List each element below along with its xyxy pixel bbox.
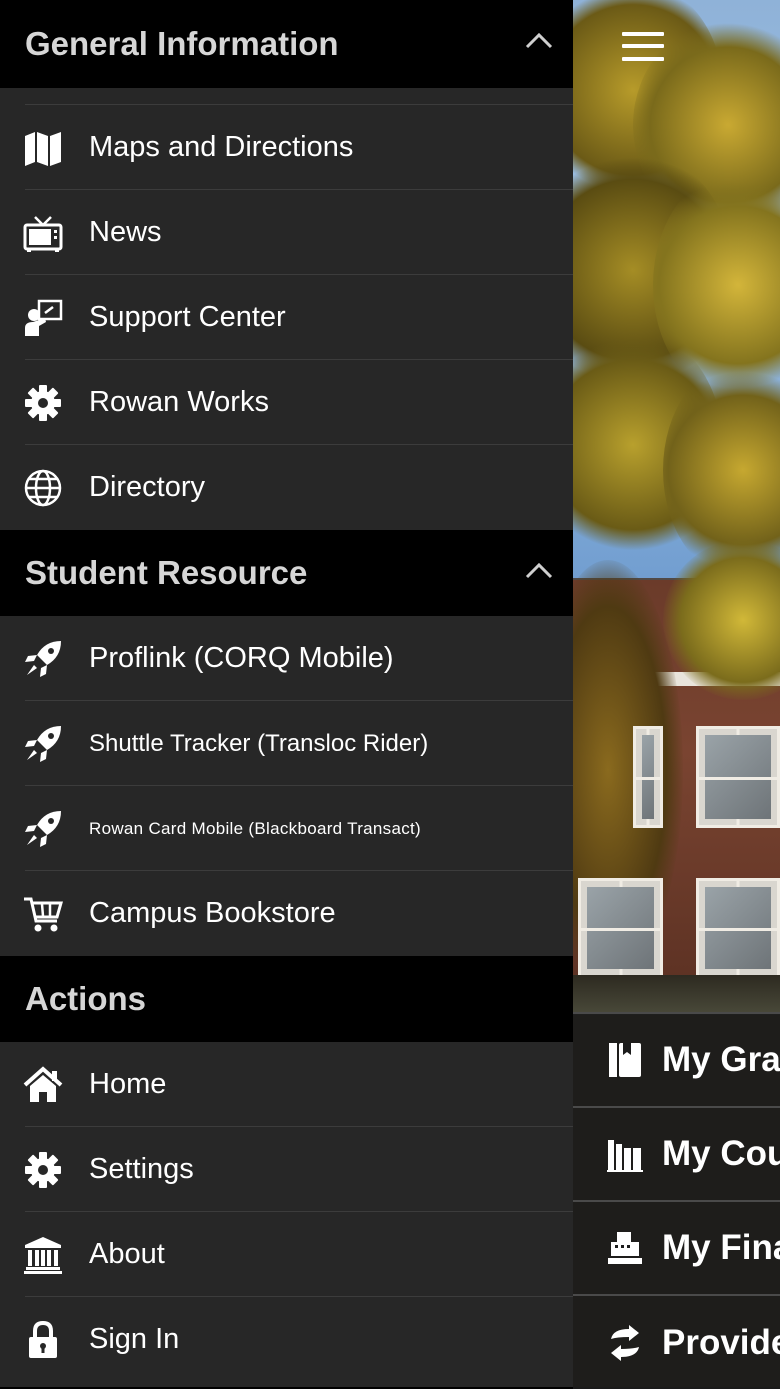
- hamburger-icon: [622, 32, 664, 36]
- menu-item-home[interactable]: Home: [0, 1042, 573, 1127]
- exchange-icon: [611, 1324, 639, 1361]
- chevron-up-icon[interactable]: [525, 560, 553, 580]
- gear-icon: [25, 1151, 61, 1188]
- quick-link-label: My Fina: [662, 1228, 780, 1267]
- quick-link-my-finances[interactable]: My Fina: [573, 1200, 780, 1294]
- support-presenter-icon: [25, 299, 63, 336]
- quick-link-my-grades[interactable]: My Gra: [573, 1012, 780, 1106]
- menu-item-shuttle-tracker[interactable]: Shuttle Tracker (Transloc Rider): [0, 701, 573, 786]
- menu-item-label: Home: [89, 1068, 167, 1100]
- map-icon: [25, 131, 61, 166]
- chevron-up-icon[interactable]: [525, 30, 553, 50]
- rocket-icon: [25, 725, 61, 762]
- quick-link-label: My Cou: [662, 1134, 780, 1173]
- hamburger-menu-button[interactable]: [622, 28, 666, 64]
- menu-item-settings[interactable]: Settings: [0, 1127, 573, 1212]
- menu-item-rowan-works[interactable]: Rowan Works: [0, 360, 573, 445]
- menu-item-label: Settings: [89, 1153, 194, 1185]
- menu-item-label: Proflink (CORQ Mobile): [89, 642, 394, 674]
- book-icon: [609, 1043, 641, 1077]
- menu-item-maps-and-directions[interactable]: Maps and Directions: [0, 105, 573, 190]
- quick-link-label: My Gra: [662, 1040, 780, 1079]
- navigation-drawer: General Information Maps and Directions …: [0, 0, 573, 1387]
- menu-item-label: About: [89, 1238, 165, 1270]
- cart-icon: [24, 897, 63, 931]
- menu-item-proflink[interactable]: Proflink (CORQ Mobile): [0, 616, 573, 701]
- menu-item-label: Shuttle Tracker (Transloc Rider): [89, 729, 429, 757]
- menu-item-label: Maps and Directions: [89, 131, 354, 163]
- gear-icon: [25, 384, 61, 421]
- menu-item-label: Sign In: [89, 1323, 180, 1355]
- section-title: Student Resource: [25, 554, 308, 591]
- quick-link-provider[interactable]: Provide: [573, 1294, 780, 1389]
- section-title: Actions: [25, 980, 147, 1017]
- quick-link-my-courses[interactable]: My Cou: [573, 1106, 780, 1200]
- rocket-icon: [25, 810, 61, 847]
- books-icon: [607, 1140, 643, 1172]
- cash-register-icon: [608, 1232, 642, 1264]
- institution-icon: [24, 1236, 62, 1274]
- menu-item-news[interactable]: News: [0, 190, 573, 275]
- globe-icon: [24, 469, 62, 506]
- quick-link-label: Provide: [662, 1322, 780, 1362]
- tv-icon: [23, 215, 63, 252]
- rocket-icon: [25, 640, 61, 677]
- menu-item-label: News: [89, 216, 162, 248]
- section-header-actions: Actions: [0, 956, 573, 1042]
- menu-item-label: Directory: [89, 471, 206, 503]
- menu-item-campus-bookstore[interactable]: Campus Bookstore: [0, 871, 573, 956]
- menu-item-directory[interactable]: Directory: [0, 445, 573, 530]
- menu-item-support-center[interactable]: Support Center: [0, 275, 573, 360]
- menu-item-label: Campus Bookstore: [89, 897, 336, 929]
- menu-item-rowan-card-mobile[interactable]: Rowan Card Mobile (Blackboard Transact): [0, 786, 573, 871]
- menu-item-label: Support Center: [89, 301, 286, 333]
- home-icon: [23, 1065, 63, 1102]
- section-header-general-information[interactable]: General Information: [0, 0, 573, 88]
- menu-item-label: Rowan Works: [89, 386, 269, 418]
- section-header-student-resource[interactable]: Student Resource: [0, 530, 573, 616]
- menu-item-label: Rowan Card Mobile (Blackboard Transact): [89, 818, 422, 838]
- menu-item-about[interactable]: About: [0, 1212, 573, 1297]
- lock-icon: [29, 1320, 57, 1358]
- section-title: General Information: [25, 25, 339, 62]
- menu-item-sign-in[interactable]: Sign In: [0, 1297, 573, 1382]
